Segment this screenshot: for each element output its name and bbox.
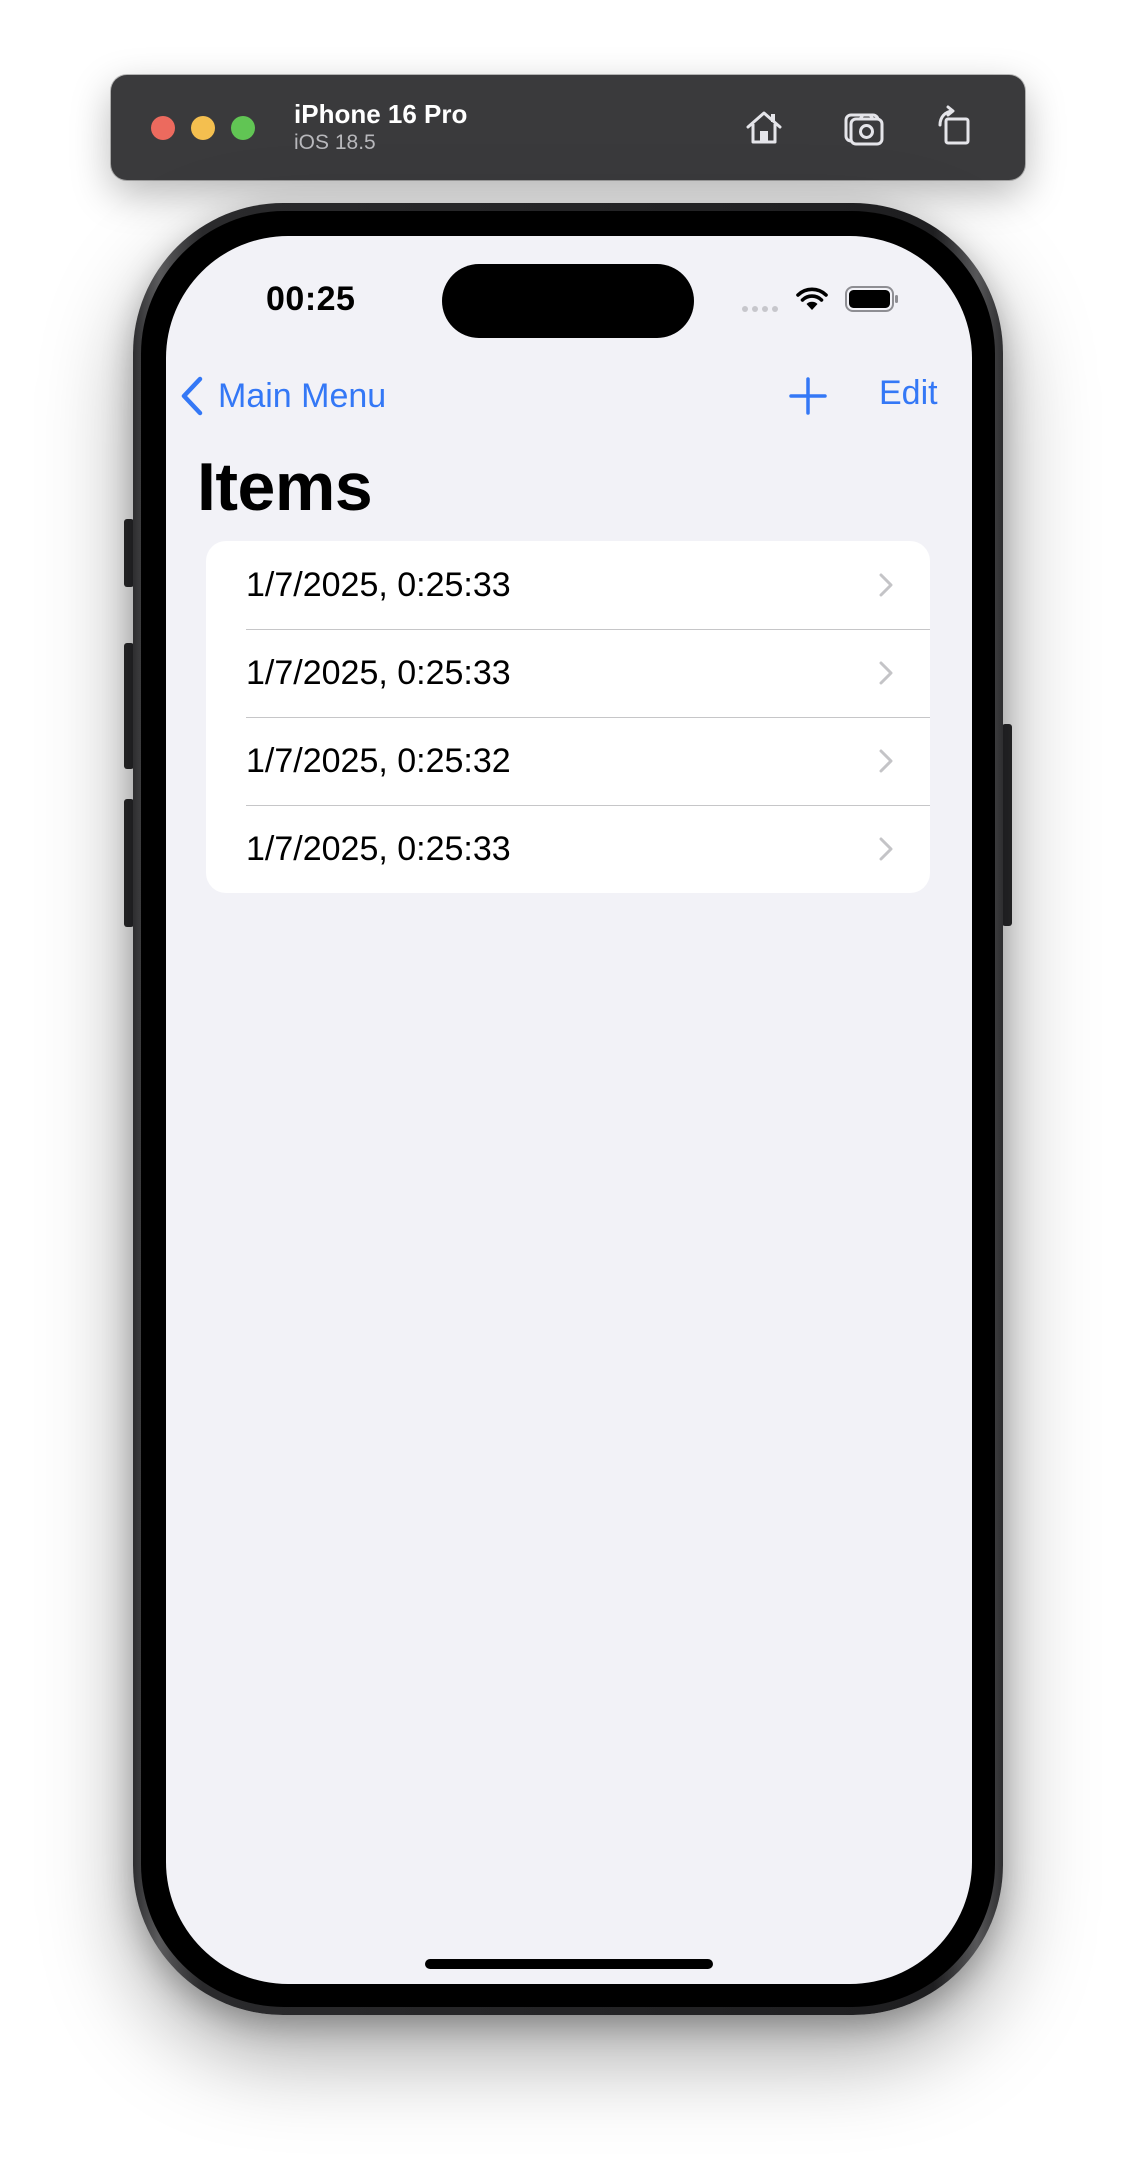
list-item[interactable]: 1/7/2025, 0:25:33 [206,629,930,717]
screenshot-icon [844,113,884,146]
simulator-os-version: iOS 18.5 [294,131,376,154]
list-item[interactable]: 1/7/2025, 0:25:33 [206,541,930,629]
add-item-button[interactable] [780,370,836,422]
device-screen: 00:25 Main Menu Edit Items 1/7/2025, 0:2… [166,236,972,1984]
simulator-device-name: iPhone 16 Pro [294,99,468,129]
page-title: Items [197,449,373,525]
simulator-titlebar: iPhone 16 Pro iOS 18.5 [111,75,1025,180]
chevron-right-icon [879,749,893,773]
list-item-label: 1/7/2025, 0:25:33 [246,654,511,692]
home-button[interactable] [738,101,790,153]
edit-button[interactable]: Edit [879,374,938,413]
list-item-label: 1/7/2025, 0:25:33 [246,830,511,868]
chevron-right-icon [879,573,893,597]
close-window-button[interactable] [151,116,175,140]
back-button-label: Main Menu [218,376,387,415]
chevron-right-icon [879,837,893,861]
home-indicator[interactable] [425,1959,713,1969]
home-icon [746,111,782,144]
minimize-window-button[interactable] [191,116,215,140]
zoom-window-button[interactable] [231,116,255,140]
battery-icon [845,286,898,312]
cellular-signal-icon [742,306,778,312]
back-button[interactable]: Main Menu [180,372,386,420]
power-button [1002,724,1012,926]
list-item-label: 1/7/2025, 0:25:32 [246,742,511,780]
rotate-icon [938,105,970,145]
items-list: 1/7/2025, 0:25:33 1/7/2025, 0:25:33 1/7/… [206,541,930,893]
rotate-button[interactable] [928,101,980,153]
status-bar-time: 00:25 [266,280,356,318]
screenshot-button[interactable] [838,101,890,153]
chevron-right-icon [879,661,893,685]
plus-icon [789,377,827,415]
list-item[interactable]: 1/7/2025, 0:25:32 [206,717,930,805]
list-item[interactable]: 1/7/2025, 0:25:33 [206,805,930,893]
chevron-left-icon [181,376,203,416]
wifi-icon [796,287,828,310]
dynamic-island [442,264,694,338]
list-item-label: 1/7/2025, 0:25:33 [246,566,511,604]
